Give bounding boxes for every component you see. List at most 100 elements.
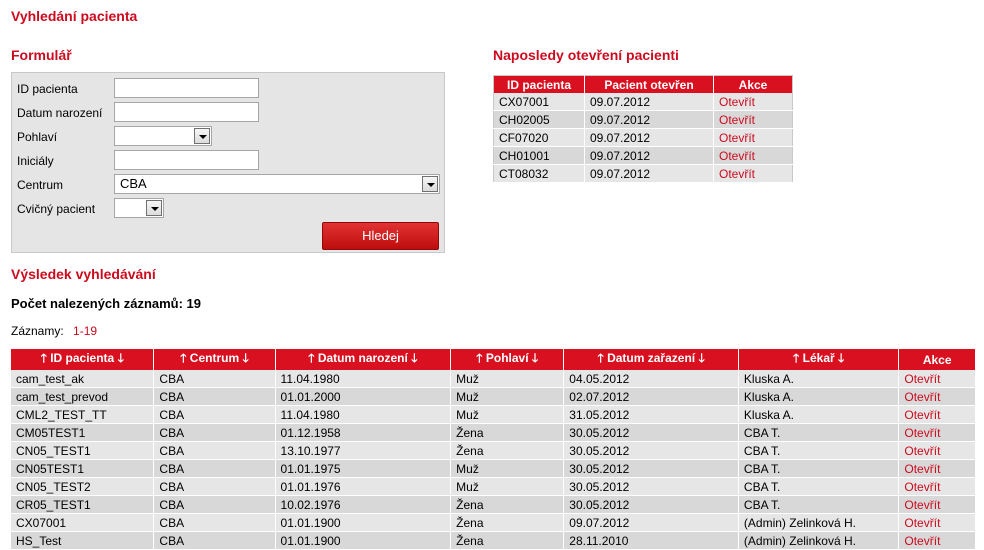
table-cell: CBA (153, 495, 276, 514)
open-link[interactable]: Otevřít (898, 405, 975, 424)
column-header[interactable]: 🡑 Datum narození 🡓 (274, 349, 451, 370)
column-header-label: Centrum (189, 351, 240, 365)
table-cell: CH02005 (493, 110, 585, 129)
column-header-label: Datum zařazení (607, 351, 696, 365)
field-row-center: Centrum CBA (12, 173, 444, 195)
table-cell: 30.05.2012 (563, 441, 739, 460)
table-cell: 13.10.1977 (274, 441, 451, 460)
sort-descending-icon[interactable]: 🡓 (532, 351, 538, 365)
field-row-initials: Iniciály (12, 149, 444, 171)
open-link[interactable]: Otevřít (898, 387, 975, 406)
sort-ascending-icon[interactable]: 🡑 (597, 351, 603, 365)
field-row-sex: Pohlaví (12, 125, 444, 147)
table-cell: Kluska A. (737, 387, 899, 406)
open-link[interactable]: Otevřít (898, 370, 975, 388)
table-cell: CBA (153, 370, 276, 388)
table-cell: Žena (450, 495, 564, 514)
records-pagination: Záznamy: 1-19 (11, 324, 97, 338)
column-header: Pacient otevřen (584, 75, 714, 93)
training-label: Cvičný pacient (17, 202, 96, 216)
open-link[interactable]: Otevřít (898, 459, 975, 478)
sort-descending-icon[interactable]: 🡓 (118, 351, 124, 365)
sort-ascending-icon[interactable]: 🡑 (793, 351, 799, 365)
column-header[interactable]: 🡑 Centrum 🡓 (153, 349, 276, 370)
table-row: CM05TEST1 CBA 01.12.1958 Žena 30.05.2012 CBA … (11, 423, 975, 442)
table-cell: CX07001 (493, 93, 585, 111)
open-link[interactable]: Otevřít (713, 146, 793, 165)
table-cell: CF07020 (493, 128, 585, 147)
form-title: Formulář (11, 47, 72, 63)
column-header[interactable]: 🡑 Pohlaví 🡓 (450, 349, 564, 370)
table-cell: CML2_TEST_TT (11, 405, 154, 424)
birth-date-label: Datum narození (17, 106, 103, 120)
table-cell: CH01001 (493, 146, 585, 165)
birth-date-input[interactable] (114, 102, 259, 122)
chevron-down-icon[interactable] (146, 200, 162, 216)
column-header-label: Pohlaví (485, 351, 529, 365)
open-link[interactable]: Otevřít (713, 128, 793, 147)
table-cell: 01.01.1900 (274, 531, 451, 550)
open-link[interactable]: Otevřít (898, 495, 975, 514)
table-row: CML2_TEST_TT CBA 11.04.1980 Muž 31.05.2012 Kl… (11, 405, 975, 424)
sex-select[interactable] (114, 126, 212, 146)
initials-input[interactable] (114, 150, 259, 170)
patient-id-input[interactable] (114, 78, 259, 98)
table-cell: 09.07.2012 (584, 110, 714, 129)
sort-ascending-icon[interactable]: 🡑 (308, 351, 314, 365)
field-row-patient-id: ID pacienta (12, 77, 444, 99)
initials-label: Iniciály (17, 154, 54, 168)
table-cell: 02.07.2012 (563, 387, 739, 406)
sort-descending-icon[interactable]: 🡓 (698, 351, 704, 365)
open-link[interactable]: Otevřít (713, 93, 793, 111)
table-cell: cam_test_prevod (11, 387, 154, 406)
table-cell: CBA (153, 513, 276, 532)
column-header-label: ID pacienta (50, 351, 115, 365)
field-row-birth-date: Datum narození (12, 101, 444, 123)
sort-descending-icon[interactable]: 🡓 (242, 351, 248, 365)
column-header[interactable]: 🡑 Lékař 🡓 (737, 349, 899, 370)
sort-ascending-icon[interactable]: 🡑 (476, 351, 482, 365)
table-cell: CBA T. (737, 441, 899, 460)
page-link[interactable]: 1-19 (73, 324, 97, 338)
open-link[interactable]: Otevřít (898, 513, 975, 532)
sort-ascending-icon[interactable]: 🡑 (180, 351, 186, 365)
table-cell: 09.07.2012 (584, 146, 714, 165)
table-cell: HS_Test (11, 531, 154, 550)
center-select[interactable]: CBA (114, 174, 440, 194)
results-table: 🡑 ID pacienta 🡓 🡑 Centrum 🡓 🡑 Datum naroze… (11, 349, 975, 550)
training-select[interactable] (114, 198, 164, 218)
open-link[interactable]: Otevřít (713, 110, 793, 129)
column-header: Akce (713, 75, 793, 93)
table-cell: 09.07.2012 (584, 93, 714, 111)
sort-descending-icon[interactable]: 🡓 (838, 351, 844, 365)
table-cell: CBA (153, 405, 276, 424)
table-cell: CBA (153, 441, 276, 460)
table-cell: cam_test_ak (11, 370, 154, 388)
open-link[interactable]: Otevřít (898, 423, 975, 442)
open-link[interactable]: Otevřít (898, 441, 975, 460)
table-cell: CBA (153, 531, 276, 550)
table-cell: CT08032 (493, 164, 585, 183)
table-header-row: 🡑 ID pacienta 🡓 🡑 Centrum 🡓 🡑 Datum naroze… (11, 349, 975, 370)
table-cell: 30.05.2012 (563, 459, 739, 478)
sort-ascending-icon[interactable]: 🡑 (41, 351, 47, 365)
table-cell: 01.01.1975 (274, 459, 451, 478)
table-cell: 30.05.2012 (563, 423, 739, 442)
table-cell: 01.01.1976 (274, 477, 451, 496)
table-cell: CBA T. (737, 459, 899, 478)
column-header[interactable]: 🡑 ID pacienta 🡓 (11, 349, 154, 370)
open-link[interactable]: Otevřít (713, 164, 793, 183)
sort-descending-icon[interactable]: 🡓 (411, 351, 417, 365)
table-cell: 01.01.2000 (274, 387, 451, 406)
open-link[interactable]: Otevřít (898, 477, 975, 496)
chevron-down-icon[interactable] (422, 176, 438, 192)
search-button[interactable]: Hledej (322, 222, 439, 250)
open-link[interactable]: Otevřít (898, 531, 975, 550)
table-cell: Muž (450, 459, 564, 478)
center-select-value: CBA (120, 176, 147, 191)
records-label: Záznamy: (11, 324, 64, 338)
chevron-down-icon[interactable] (194, 128, 210, 144)
column-header[interactable]: 🡑 Datum zařazení 🡓 (563, 349, 739, 370)
table-cell: CBA T. (737, 423, 899, 442)
table-cell: Žena (450, 513, 564, 532)
